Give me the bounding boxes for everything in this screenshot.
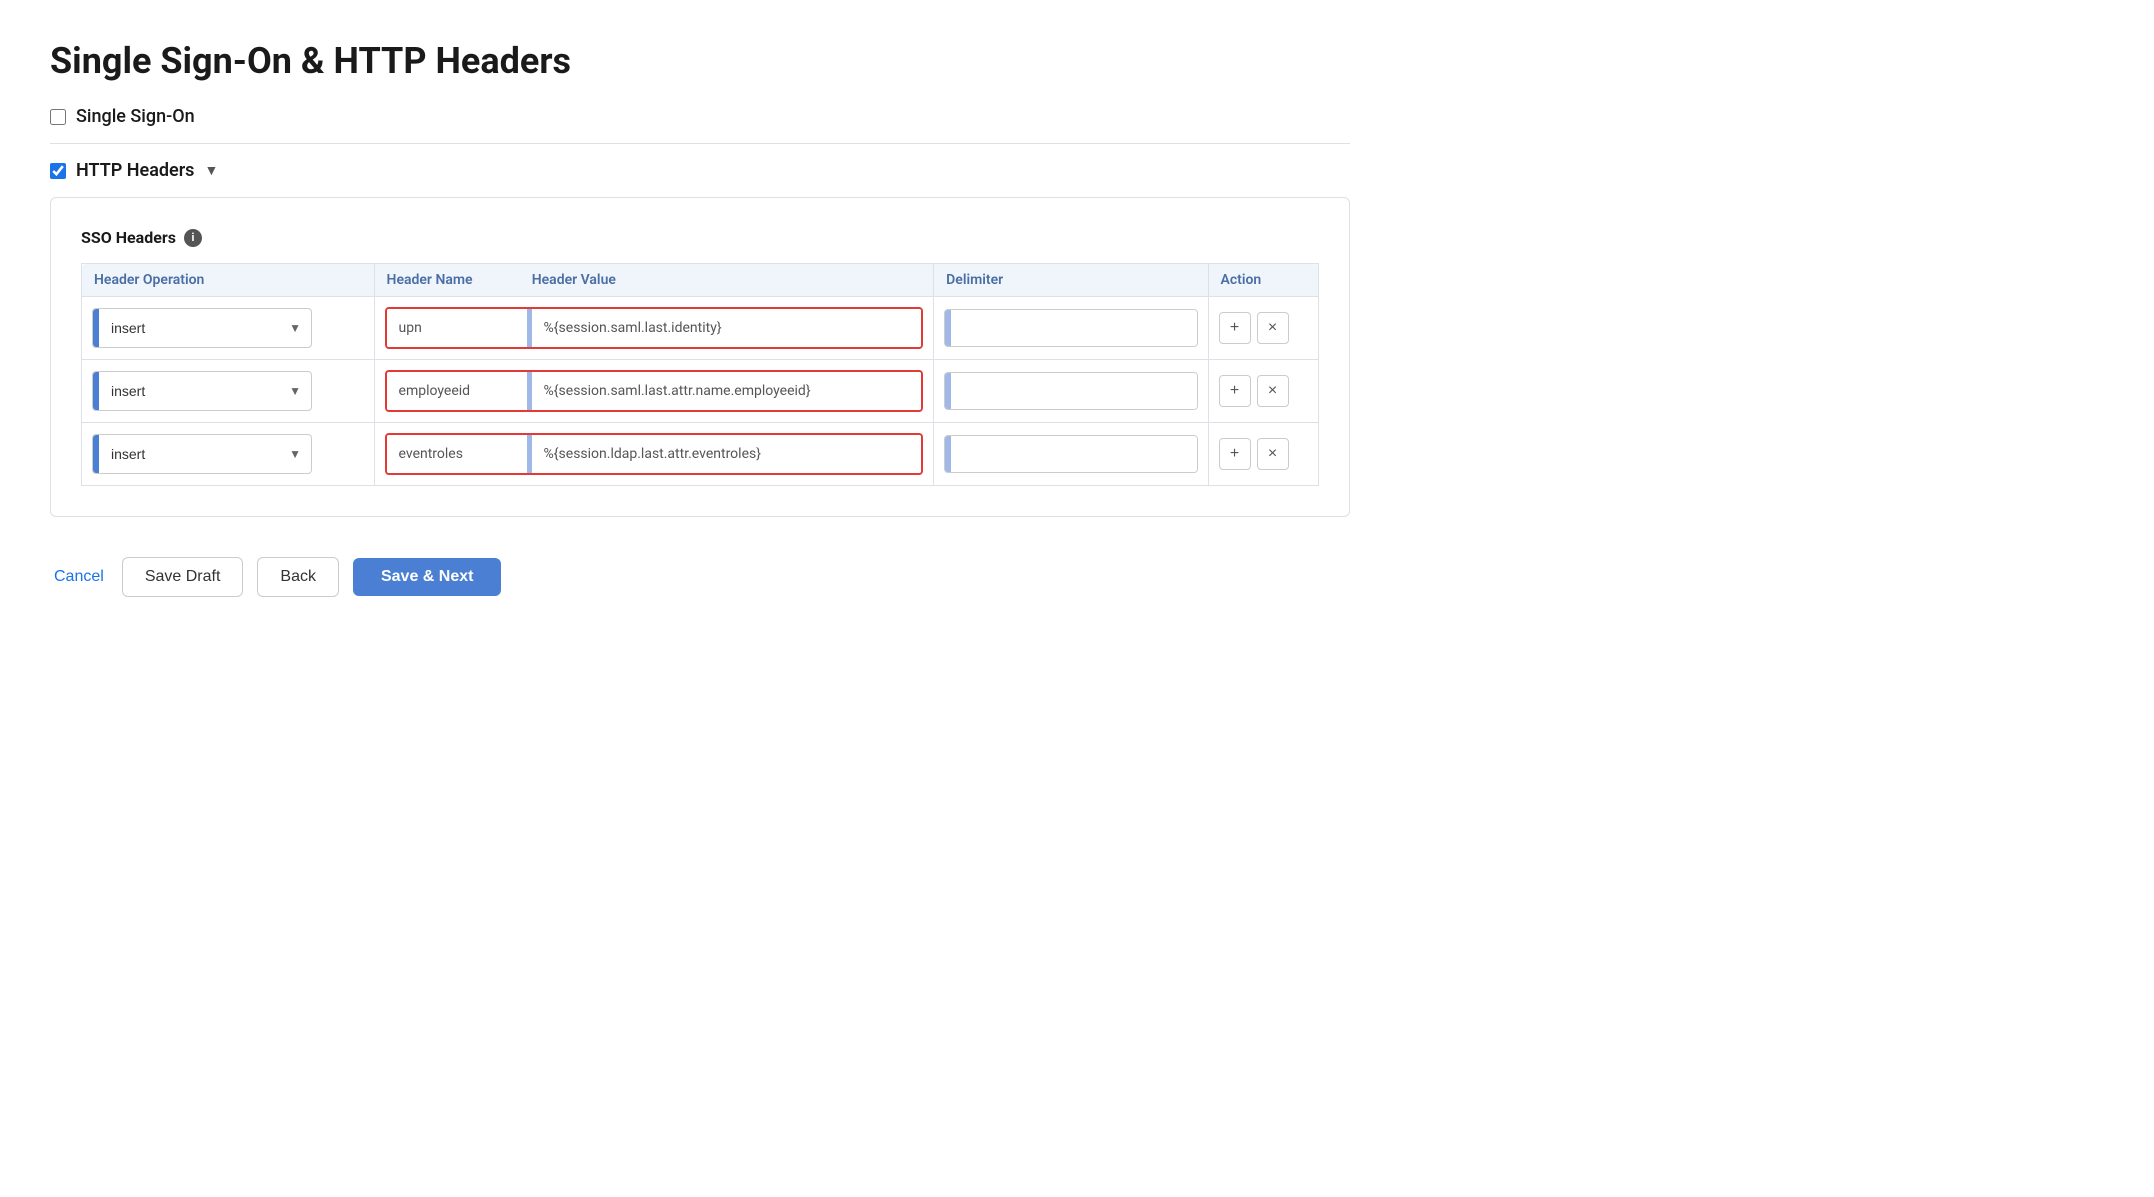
header-name-0: upn [387, 309, 527, 347]
name-value-cell-1: employeeid %{session.saml.last.attr.name… [374, 360, 934, 423]
header-name-2: eventroles [387, 435, 527, 473]
table-row: insertreplacedelete ▼ upn %{session.saml… [82, 297, 1319, 360]
action-buttons-1: + × [1219, 375, 1308, 407]
col-header-delimiter: Delimiter [934, 264, 1208, 297]
remove-button-2[interactable]: × [1257, 438, 1289, 470]
table-row: insertreplacedelete ▼ eventroles %{sessi… [82, 423, 1319, 486]
sso-label: Single Sign-On [76, 106, 195, 127]
col-header-action: Action [1208, 264, 1318, 297]
delimiter-input-2[interactable] [951, 436, 1196, 472]
save-draft-button[interactable]: Save Draft [122, 557, 244, 597]
delimiter-wrapper-2 [944, 435, 1197, 473]
add-button-1[interactable]: + [1219, 375, 1251, 407]
header-value-1: %{session.saml.last.attr.name.employeeid… [532, 372, 922, 410]
operation-cell-0: insertreplacedelete ▼ [82, 297, 375, 360]
delimiter-input-0[interactable] [951, 310, 1196, 346]
delimiter-cell-2 [934, 423, 1208, 486]
delimiter-wrapper-1 [944, 372, 1197, 410]
name-value-container-1: employeeid %{session.saml.last.attr.name… [385, 370, 924, 412]
name-value-cell-0: upn %{session.saml.last.identity} [374, 297, 934, 360]
delimiter-input-1[interactable] [951, 373, 1196, 409]
http-headers-toggle: HTTP Headers ▼ [50, 160, 1350, 181]
http-headers-dropdown-arrow[interactable]: ▼ [204, 162, 218, 179]
select-arrow-2: ▼ [279, 447, 311, 461]
back-button[interactable]: Back [257, 557, 339, 597]
action-cell-2: + × [1208, 423, 1318, 486]
info-icon[interactable]: i [184, 229, 202, 247]
operation-select-2[interactable]: insertreplacedelete [99, 435, 279, 473]
col-header-operation: Header Operation [82, 264, 375, 297]
name-value-container-0: upn %{session.saml.last.identity} [385, 307, 924, 349]
sso-headers-title: SSO Headers i [81, 228, 1319, 247]
action-buttons-2: + × [1219, 438, 1308, 470]
operation-select-container-2: insertreplacedelete ▼ [92, 434, 312, 474]
select-arrow-0: ▼ [279, 321, 311, 335]
name-value-container-2: eventroles %{session.ldap.last.attr.even… [385, 433, 924, 475]
operation-cell-1: insertreplacedelete ▼ [82, 360, 375, 423]
add-button-2[interactable]: + [1219, 438, 1251, 470]
operation-cell-2: insertreplacedelete ▼ [82, 423, 375, 486]
http-headers-panel: SSO Headers i Header Operation Header Na… [50, 197, 1350, 517]
delimiter-cell-0 [934, 297, 1208, 360]
col-header-name-value: Header Name Header Value [374, 264, 934, 297]
action-cell-0: + × [1208, 297, 1318, 360]
operation-select-container-1: insertreplacedelete ▼ [92, 371, 312, 411]
header-value-0: %{session.saml.last.identity} [532, 309, 922, 347]
sso-checkbox[interactable] [50, 109, 66, 125]
operation-select-1[interactable]: insertreplacedelete [99, 372, 279, 410]
remove-button-0[interactable]: × [1257, 312, 1289, 344]
select-arrow-1: ▼ [279, 384, 311, 398]
table-row: insertreplacedelete ▼ employeeid %{sessi… [82, 360, 1319, 423]
add-button-0[interactable]: + [1219, 312, 1251, 344]
headers-table: Header Operation Header Name Header Valu… [81, 263, 1319, 486]
cancel-button[interactable]: Cancel [50, 558, 108, 596]
operation-select-container-0: insertreplacedelete ▼ [92, 308, 312, 348]
action-buttons-0: + × [1219, 312, 1308, 344]
sso-section: Single Sign-On [50, 106, 1350, 144]
table-header-row: Header Operation Header Name Header Valu… [82, 264, 1319, 297]
delimiter-wrapper-0 [944, 309, 1197, 347]
remove-button-1[interactable]: × [1257, 375, 1289, 407]
footer-buttons: Cancel Save Draft Back Save & Next [50, 557, 1350, 597]
header-value-2: %{session.ldap.last.attr.eventroles} [532, 435, 922, 473]
action-cell-1: + × [1208, 360, 1318, 423]
page-title: Single Sign-On & HTTP Headers [50, 40, 1350, 82]
http-headers-checkbox[interactable] [50, 163, 66, 179]
save-next-button[interactable]: Save & Next [353, 558, 502, 596]
header-name-1: employeeid [387, 372, 527, 410]
name-value-cell-2: eventroles %{session.ldap.last.attr.even… [374, 423, 934, 486]
operation-select-0[interactable]: insertreplacedelete [99, 309, 279, 347]
http-headers-label: HTTP Headers [76, 160, 194, 181]
delimiter-cell-1 [934, 360, 1208, 423]
